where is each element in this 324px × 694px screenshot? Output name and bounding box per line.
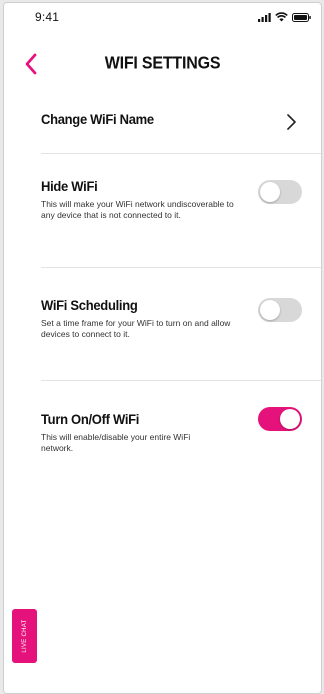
live-chat-button[interactable]: LIVE CHAT: [12, 609, 37, 663]
toggle-knob: [260, 182, 280, 202]
status-bar: 9:41: [4, 3, 321, 31]
hide-wifi-toggle[interactable]: [258, 180, 302, 204]
live-chat-label: LIVE CHAT: [21, 619, 28, 653]
wifi-icon: [275, 12, 288, 22]
header: WIFI SETTINGS: [4, 41, 321, 77]
divider: [41, 380, 321, 381]
page-title: WIFI SETTINGS: [104, 54, 221, 73]
status-time: 9:41: [35, 10, 60, 24]
toggle-knob: [260, 300, 280, 320]
hide-wifi-row: Hide WiFi This will make your WiFi netwo…: [41, 178, 321, 248]
change-wifi-name-label: Change WiFi Name: [41, 111, 154, 128]
status-icons: [258, 12, 311, 22]
turn-on-off-wifi-toggle[interactable]: [258, 407, 302, 431]
wifi-scheduling-toggle[interactable]: [258, 298, 302, 322]
cellular-signal-icon: [258, 12, 271, 22]
divider: [41, 267, 321, 268]
toggle-knob: [280, 409, 300, 429]
hide-wifi-description: This will make your WiFi network undisco…: [41, 199, 234, 220]
turn-on-off-wifi-row: Turn On/Off WiFi This will enable/disabl…: [41, 407, 321, 471]
wifi-scheduling-row: WiFi Scheduling Set a time frame for you…: [41, 297, 321, 357]
turn-on-off-wifi-description: This will enable/disable your entire WiF…: [41, 432, 191, 453]
chevron-right-icon: [285, 113, 297, 131]
phone-screen: 9:41 WIFI SETTINGS Change WiFi Name Hide…: [3, 2, 322, 694]
wifi-scheduling-description: Set a time frame for your WiFi to turn o…: [41, 318, 231, 339]
change-wifi-name-row[interactable]: Change WiFi Name: [41, 111, 321, 141]
divider: [41, 153, 321, 154]
battery-icon: [292, 12, 311, 22]
